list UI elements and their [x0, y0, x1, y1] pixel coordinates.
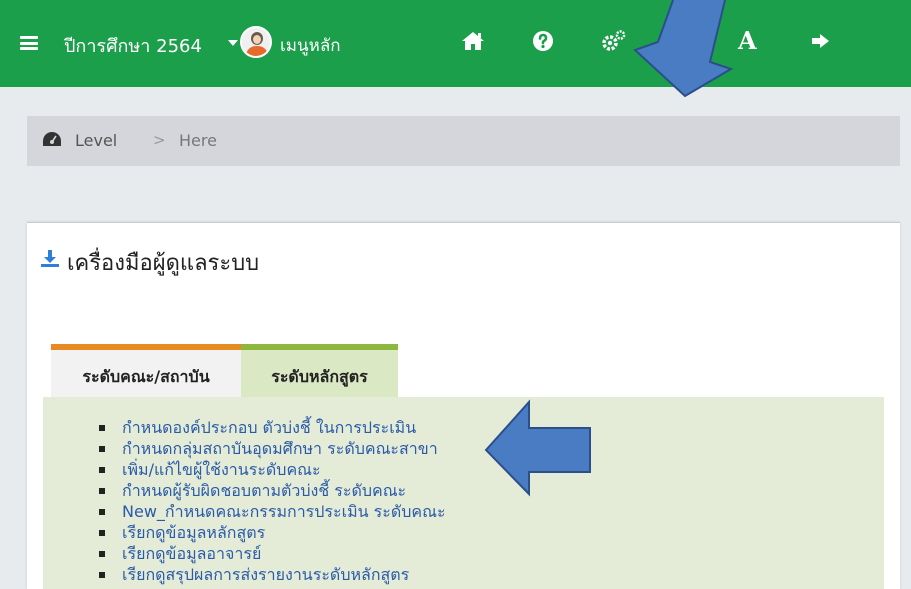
panel-title: เครื่องมือผู้ดูแลระบบ — [67, 251, 260, 276]
help-icon[interactable] — [530, 28, 556, 54]
download-icon — [41, 250, 59, 267]
settings-icon[interactable] — [601, 28, 627, 54]
admin-link[interactable]: กำหนดผู้รับผิดชอบตามตัวบ่งชี้ ระดับคณะ — [99, 480, 446, 501]
admin-link[interactable]: เรียกดูข้อมูลหลักสูตร — [99, 522, 446, 543]
academic-year-selector[interactable]: ปีการศึกษา 2564 — [64, 31, 202, 60]
top-navbar: ปีการศึกษา 2564 เมนูหลัก A — [0, 0, 911, 87]
admin-link-list: กำหนดองค์ประกอบ ตัวบ่งชี้ ในการประเมิน ก… — [99, 417, 446, 585]
annotation-arrow — [633, 0, 734, 98]
logout-icon[interactable] — [808, 28, 834, 54]
tab-label: ระดับหลักสูตร — [271, 367, 368, 386]
tab-label: ระดับคณะ/สถาบัน — [82, 367, 210, 386]
annotation-arrow — [484, 399, 591, 497]
breadcrumb-separator: > — [153, 131, 166, 149]
username-label[interactable]: เมนูหลัก — [280, 32, 341, 59]
tab-content: กำหนดองค์ประกอบ ตัวบ่งชี้ ในการประเมิน ก… — [43, 397, 884, 589]
admin-link[interactable]: เรียกดูสรุปผลการส่งรายงานระดับหลักสูตร — [99, 564, 446, 585]
breadcrumb-current: Here — [179, 131, 217, 150]
tab-faculty-level[interactable]: ระดับคณะ/สถาบัน — [51, 344, 241, 397]
admin-link[interactable]: กำหนดกลุ่มสถาบันอุดมศึกษา ระดับคณะสาขา — [99, 438, 446, 459]
home-icon[interactable] — [460, 28, 486, 54]
font-size-icon[interactable]: A — [738, 26, 757, 55]
breadcrumb-level[interactable]: Level — [75, 131, 117, 150]
menu-icon[interactable] — [20, 36, 38, 50]
user-avatar[interactable] — [240, 26, 272, 58]
admin-tools-panel: เครื่องมือผู้ดูแลระบบ ระดับคณะ/สถาบัน ระ… — [27, 222, 900, 589]
admin-link[interactable]: New_กำหนดคณะกรรมการประเมิน ระดับคณะ — [99, 501, 446, 522]
admin-link[interactable]: กำหนดองค์ประกอบ ตัวบ่งชี้ ในการประเมิน — [99, 417, 446, 438]
tab-program-level[interactable]: ระดับหลักสูตร — [241, 344, 398, 397]
breadcrumb: Level > Here — [27, 116, 900, 166]
dashboard-icon — [43, 132, 61, 146]
chevron-down-icon[interactable] — [228, 40, 238, 46]
admin-link[interactable]: เรียกดูข้อมูลอาจารย์ — [99, 543, 446, 564]
admin-link[interactable]: เพิ่ม/แก้ไขผู้ใช้งานระดับคณะ — [99, 459, 446, 480]
